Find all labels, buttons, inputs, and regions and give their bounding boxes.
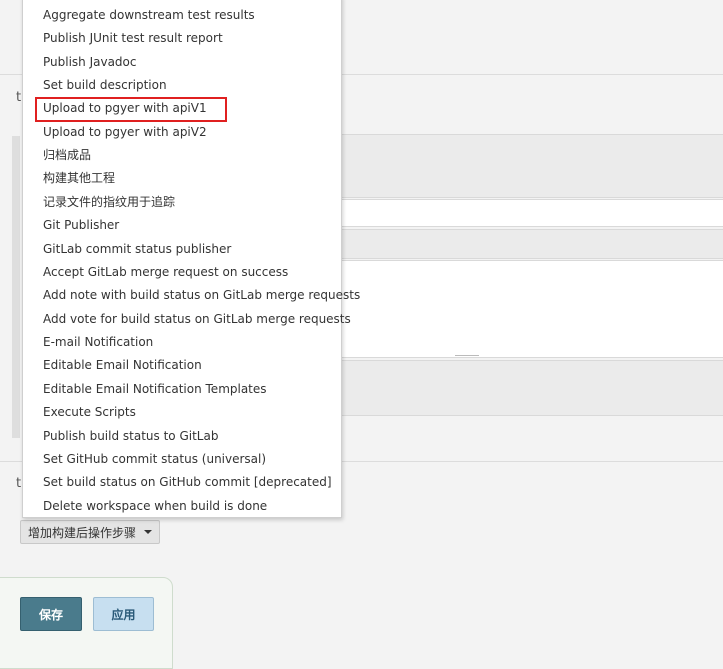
apply-button[interactable]: 应用 <box>93 597 154 631</box>
save-button-label: 保存 <box>38 607 63 622</box>
menu-item[interactable]: E-mail Notification <box>43 332 153 352</box>
menu-item[interactable]: Upload to pgyer with apiV2 <box>43 122 207 142</box>
config-panel-lower <box>340 360 723 416</box>
caret-down-icon <box>144 530 152 534</box>
save-button[interactable]: 保存 <box>20 597 82 631</box>
config-textarea[interactable] <box>340 260 723 358</box>
menu-item[interactable]: Delete workspace when build is done <box>43 496 267 516</box>
menu-item[interactable]: 归档成品 <box>43 145 91 165</box>
menu-item[interactable]: Publish Javadoc <box>43 52 137 72</box>
config-panel <box>340 134 723 198</box>
menu-item[interactable]: Set build status on GitHub commit [depre… <box>43 472 332 492</box>
apply-button-label: 应用 <box>111 607 136 622</box>
add-post-build-step-label: 增加构建后操作步骤 <box>27 525 136 540</box>
menu-item[interactable]: GitLab commit status publisher <box>43 239 231 259</box>
menu-item[interactable]: Git Publisher <box>43 215 119 235</box>
post-build-actions-menu: Aggregate downstream test results Publis… <box>22 0 360 518</box>
section-left-bar <box>12 136 20 438</box>
section-heading-fragment: t <box>16 90 22 105</box>
post-build-heading-fragment: t <box>16 476 22 491</box>
menu-item[interactable]: Add note with build status on GitLab mer… <box>43 285 360 305</box>
menu-item[interactable]: Add vote for build status on GitLab merg… <box>43 309 351 329</box>
add-post-build-step-button[interactable]: 增加构建后操作步骤 <box>20 520 160 544</box>
config-field[interactable] <box>340 199 723 227</box>
menu-item[interactable]: Editable Email Notification Templates <box>43 379 267 399</box>
menu-item[interactable]: 构建其他工程 <box>43 168 115 188</box>
menu-item[interactable]: 记录文件的指纹用于追踪 <box>43 192 175 212</box>
highlight-box <box>35 97 227 122</box>
menu-item[interactable]: Publish JUnit test result report <box>43 28 223 48</box>
config-panel-header <box>340 229 723 259</box>
menu-item[interactable]: Set build description <box>43 75 167 95</box>
menu-item[interactable]: Publish build status to GitLab <box>43 426 218 446</box>
menu-item[interactable]: Execute Scripts <box>43 402 136 422</box>
menu-item[interactable]: Editable Email Notification <box>43 355 202 375</box>
menu-item[interactable]: Accept GitLab merge request on success <box>43 262 288 282</box>
menu-item[interactable]: Aggregate downstream test results <box>43 5 255 25</box>
menu-item[interactable]: Set GitHub commit status (universal) <box>43 449 266 469</box>
